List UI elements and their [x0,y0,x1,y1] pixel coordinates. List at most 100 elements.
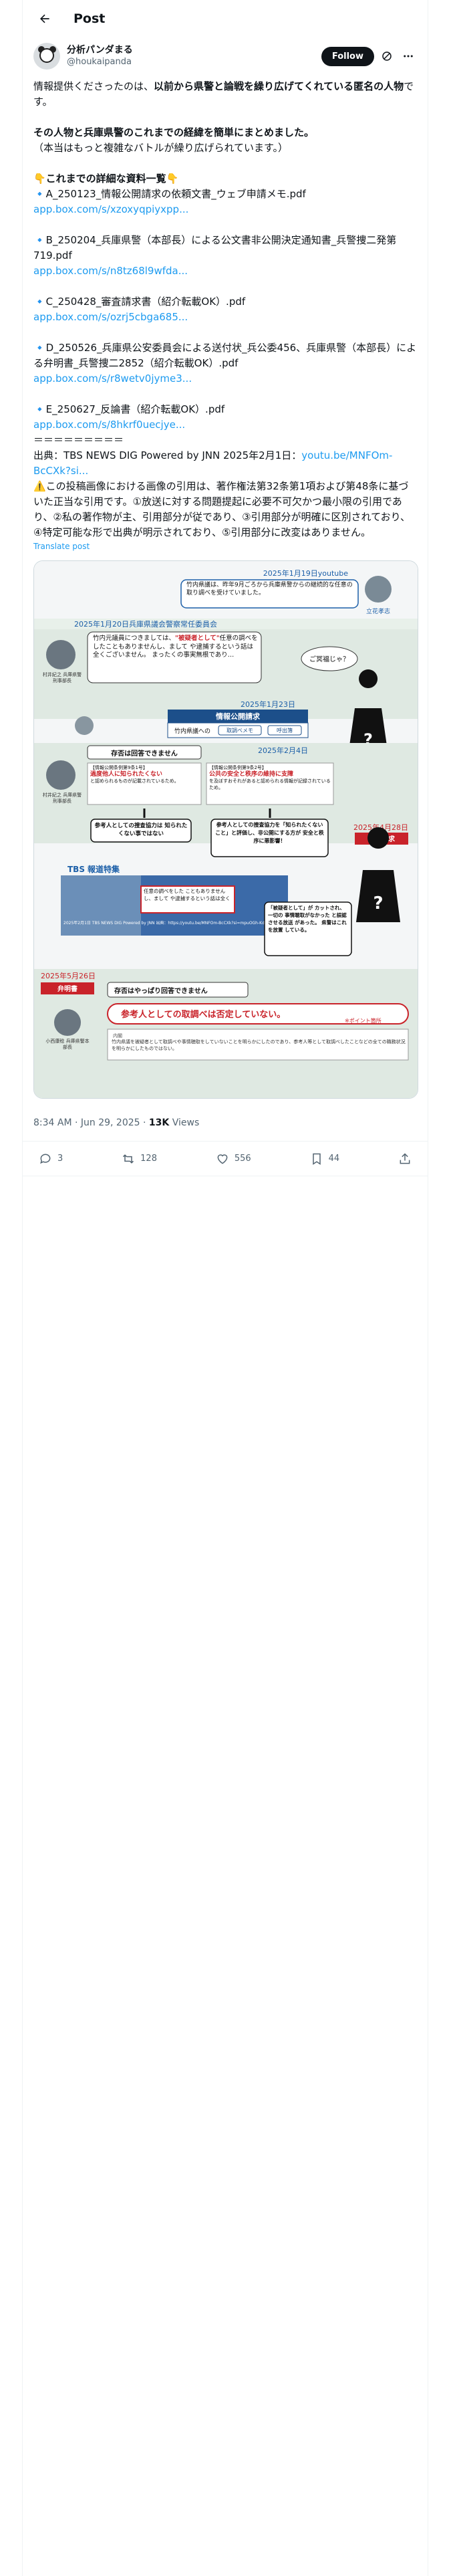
reply-count: 3 [57,1154,63,1164]
claim-text: 参考人としての捜査協力は 知られたくない事ではない [94,823,188,837]
timestamp[interactable]: 8:34 AM · Jun 29, 2025 · [33,1117,149,1128]
doc-title: 🔹C_250428_審査請求書（紹介転載OK）.pdf [33,296,246,308]
date-label: 2025年1月19日youtube [263,568,348,578]
doc-title: 🔹E_250627_反論書（紹介転載OK）.pdf [33,403,225,415]
top-bar: Post [23,0,428,37]
bookmark-button[interactable]: 44 [310,1152,340,1166]
person-name: 立花孝志 [366,607,390,615]
person-name: 村井紀之 兵庫県警刑事部長 [42,672,82,683]
doc-link[interactable]: app.box.com/s/8hkrf0uecjye... [33,417,417,433]
repost-icon [123,1154,134,1164]
like-count: 556 [234,1154,251,1164]
answer-text: 存否はやっぱり回答できません [114,986,208,995]
share-icon [400,1152,410,1164]
quote: 竹内元議員につきましては、 [93,635,176,642]
doc-link[interactable]: app.box.com/s/r8wetv0jyme3... [33,371,417,387]
text: 情報提供くださったのは、 [33,80,154,92]
claim-text: 参考人としての捜査協力を「知られたくないこと」と評価し、非公開にする方が 安全と… [215,822,324,844]
post-line: その人物と兵庫県警のこれまでの経緯を簡単にまとめました。 [33,126,315,138]
tv-source: 2025年2月1日 TBS NEWS DIG Powered by JNN 出典… [63,921,280,926]
tag: 呼出簿 [277,727,293,734]
text: 【情報公開条例第9条1号】 [90,765,148,770]
post-meta: 8:34 AM · Jun 29, 2025 · 13K Views [23,1099,428,1142]
tbs-logo: TBS [67,865,85,874]
grok-button[interactable] [378,47,396,65]
bold-text: 以前から県警と論戦を繰り広げてくれている匿名の人物 [154,80,404,92]
tv-caption: 任意の調べをした こともありませんし、まして や逮捕するという話は全く [144,888,231,901]
date-label: 2025年1月20日兵庫県議会警察常任委員会 [74,619,217,629]
grok-icon [382,51,392,61]
box-title: 情報公開請求 [216,712,261,721]
reply-icon [40,1154,51,1164]
repost-count: 128 [140,1154,157,1164]
follow-button[interactable]: Follow [321,46,374,66]
quote: 竹内県議は、昨年9月ごろから兵庫県警からの継続的な任意の取り調べを受けていました… [186,582,353,597]
date-label: 2025年5月26日 [41,971,96,980]
page: Post 分析パンダまる @houkaipanda Follow 情報提供くださ… [0,0,451,2576]
person-photo [365,576,392,603]
back-button[interactable] [33,7,56,30]
person-photo [46,640,76,669]
doc-title: 🔹A_250123_情報公開請求の依頼文書_ウェブ申請メモ.pdf [33,188,306,200]
author-handle[interactable]: @houkaipanda [67,56,321,68]
text: 出典：TBS NEWS DIG Powered by JNN 2025年2月1日… [33,449,302,461]
bookmark-icon [312,1153,321,1165]
bookmark-count: 44 [328,1154,340,1164]
svg-text:?: ? [373,893,383,914]
author-info: 分析パンダまる @houkaipanda [67,44,321,68]
date-label: 2025年2月4日 [258,746,308,755]
reply-button[interactable]: 3 [39,1152,63,1166]
views-label: Views [169,1117,200,1128]
more-icon [404,55,413,58]
post-line: 👇これまでの詳細な資料一覧👇 [33,173,179,185]
doc-title: 🔹B_250204_兵庫県警（本部長）による公文書非公開決定通知書_兵警捜二発第… [33,234,397,261]
doc-title: 🔹D_250526_兵庫県公安委員会による送付状_兵公委456、兵庫県警（本部長… [33,342,417,369]
program-name: 報道特集 [88,864,120,874]
highlight: 参考人としての取調べは否定していない。 [121,1009,285,1020]
views-count: 13K [148,1117,170,1128]
author-row: 分析パンダまる @houkaipanda Follow [23,37,428,72]
person-name: 小西康稔 兵庫県警本部長 [45,1039,90,1050]
person-name: 村井紀之 兵庫県警刑事部長 [42,792,82,804]
doc-link[interactable]: app.box.com/s/xzoxyqpiyxpp... [33,202,417,217]
text: を及ぼすおそれがあると認められる情報が記録されているため。 [209,778,331,790]
post-column: Post 分析パンダまる @houkaipanda Follow 情報提供くださ… [22,0,428,2576]
avatar[interactable] [33,43,60,70]
text: 竹内県議への [174,727,210,735]
translate-link[interactable]: Translate post [23,540,428,551]
heart-icon [217,1154,228,1164]
doc-link[interactable]: app.box.com/s/n8tz68l9wfda... [33,263,417,279]
box-title: 弁明書 [57,984,78,993]
divider-text: ＝＝＝＝＝＝＝＝＝ [33,434,124,446]
citation-text: ⚠️この投稿画像における画像の引用は、著作権法第32条第1項および第48条に基づ… [33,480,411,538]
quote: ご冥福じゃ？ [309,655,349,663]
doc-link[interactable]: app.box.com/s/ozrj5cbga685... [33,310,417,325]
answer-text: 存否は回答できません [111,749,178,758]
claim-text: 「被疑者として」が カットされ、一切の 事情聴取がなかった と誤認させる放送 が… [268,905,347,933]
text: 内閣 [113,1033,122,1039]
page-title: Post [73,11,106,26]
source-text: 出典：TBS NEWS DIG Powered by JNN 2025年2月1日… [33,448,417,479]
highlight: 公共の安全と秩序の維持に支障 [209,771,294,778]
share-button[interactable] [398,1152,412,1166]
person-photo [46,760,76,790]
highlight: "被疑者として" [175,635,220,642]
text: と認められるものが記載されているため。 [90,778,179,784]
action-bar: 3 128 556 44 [23,1142,428,1176]
post-image[interactable]: 2025年1月19日youtube 竹内県議は、昨年9月ごろから兵庫県警からの継… [33,560,418,1099]
arrow-left-icon [40,14,49,23]
post-text: 情報提供くださったのは、以前から県警と論戦を繰り広げてくれている匿名の人物です。… [23,72,428,540]
post-line: 情報提供くださったのは、以前から県警と論戦を繰り広げてくれている匿名の人物です。 [33,79,417,110]
infographic: 2025年1月19日youtube 竹内県議は、昨年9月ごろから兵庫県警からの継… [34,561,418,1098]
like-button[interactable]: 556 [216,1152,251,1166]
date-label: 2025年1月23日 [241,700,295,709]
author-name[interactable]: 分析パンダまる [67,44,321,56]
more-button[interactable] [400,47,417,65]
highlight: 過度他人に知られたくない [90,771,163,778]
note: ※ポイント箇所 [345,1017,382,1024]
post-line: （本当はもっと複雑なバトルが繰り広げられています。） [33,142,289,154]
repost-button[interactable]: 128 [122,1152,157,1166]
text: 【情報公開条例第9条2号】 [209,765,267,770]
tag: 取調べメモ [227,727,253,734]
text: 竹内県議を被疑者として取調べや事情聴取をしていないことを明らかにしたのであり、参… [112,1039,406,1051]
